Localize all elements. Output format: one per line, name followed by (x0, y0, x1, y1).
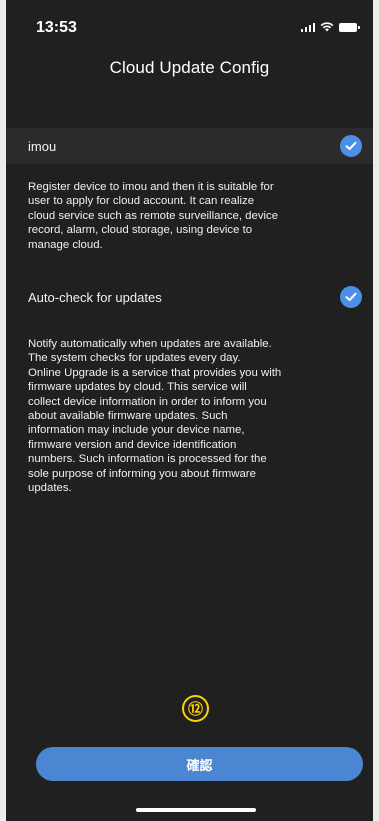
option-auto-check-row[interactable]: Auto-check for updates (6, 281, 373, 313)
home-indicator[interactable] (136, 808, 256, 812)
option-auto-check-description: Notify automatically when updates are av… (28, 338, 282, 495)
step-number-marker: ⑫ (182, 695, 209, 722)
option-imou-label: imou (28, 138, 57, 154)
cellular-signal-icon (300, 22, 315, 32)
option-imou-description: Register device to imou and then it is s… (28, 181, 279, 251)
page-title: Cloud Update Config (109, 58, 270, 77)
status-bar: 13:53 (6, 0, 373, 50)
battery-icon (339, 22, 360, 32)
app-background: 13:53 Cloud Update Config imou Register … (6, 0, 373, 821)
checkmark-icon[interactable] (340, 286, 362, 308)
confirm-button[interactable]: 確認 (36, 747, 363, 781)
checkmark-icon[interactable] (340, 135, 362, 157)
option-auto-check-label: Auto-check for updates (28, 289, 162, 305)
wifi-icon (320, 22, 334, 32)
option-imou-row[interactable]: imou (6, 128, 373, 164)
status-icons (300, 22, 360, 32)
status-time: 13:53 (36, 19, 77, 36)
phone-screen: 13:53 Cloud Update Config imou Register … (0, 0, 379, 821)
